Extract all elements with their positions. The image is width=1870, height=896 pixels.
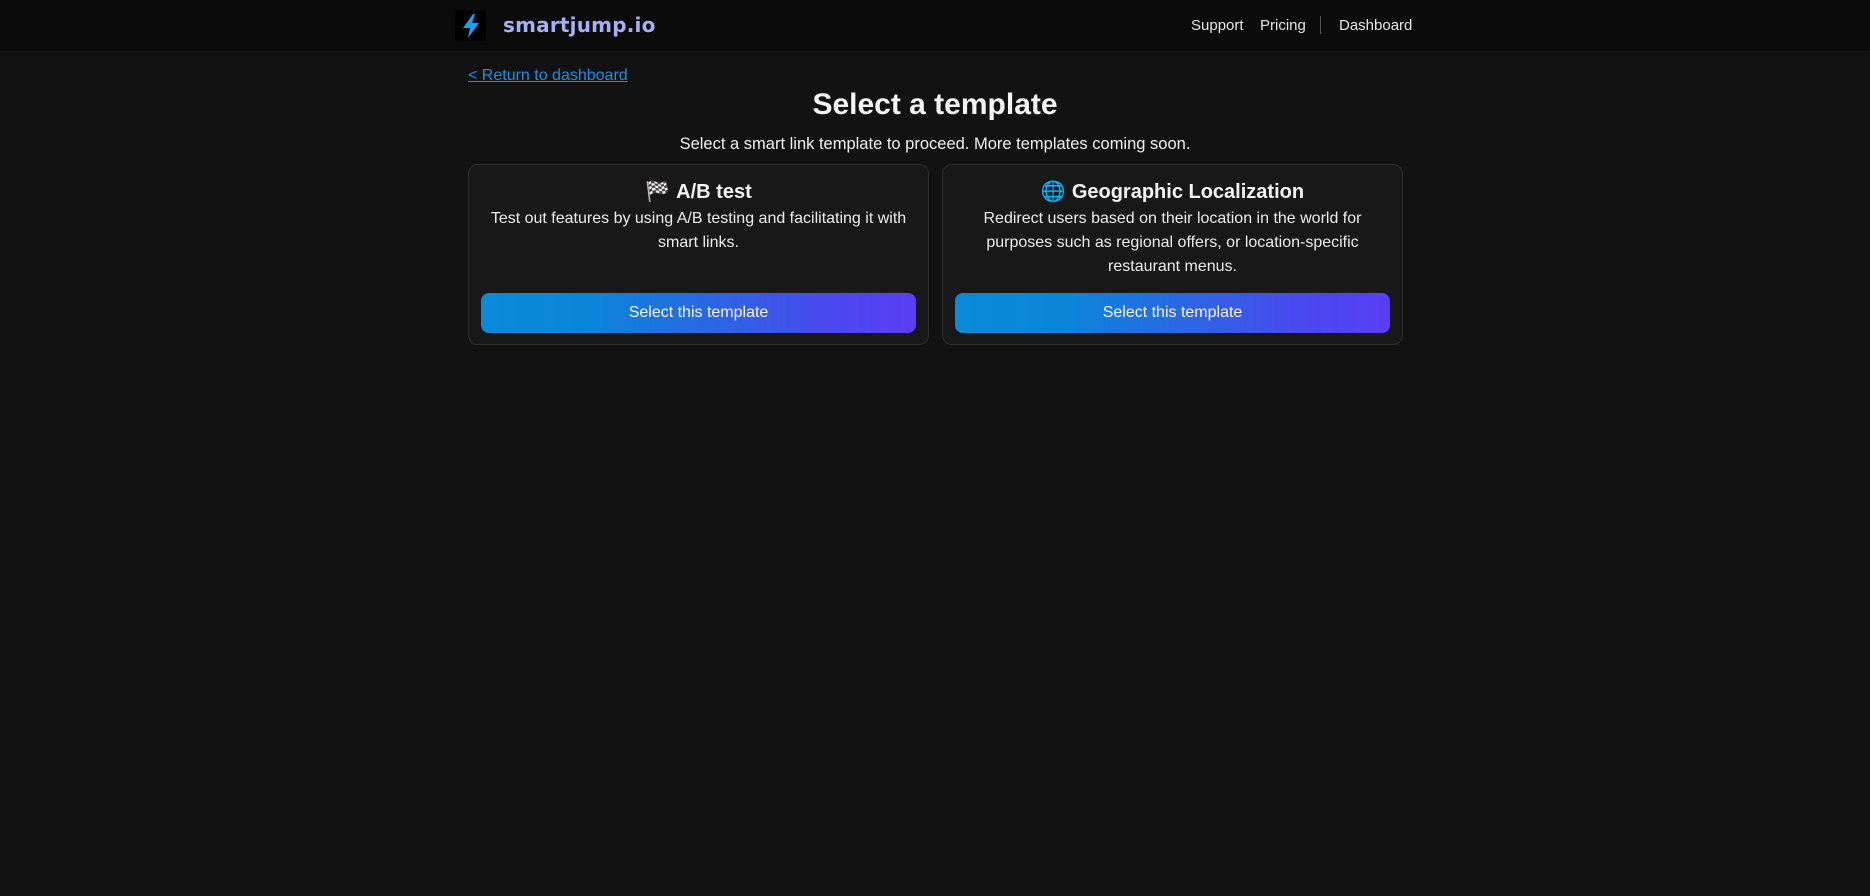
template-card-ab-test: 🏁 A/B test Test out features by using A/B… xyxy=(468,164,929,345)
page-title: Select a template xyxy=(812,88,1058,121)
lightning-bolt-icon xyxy=(462,13,479,38)
select-geographic-localization-template-button[interactable]: Select this template xyxy=(955,293,1390,333)
template-card-geographic-localization: 🌐 Geographic Localization Redirect users … xyxy=(942,164,1403,345)
card-title: 🏁 A/B test xyxy=(469,179,928,204)
globe-icon: 🌐 xyxy=(1040,179,1066,203)
card-title: 🌐 Geographic Localization xyxy=(943,179,1402,204)
nav-divider xyxy=(1320,16,1321,34)
card-title-text: Geographic Localization xyxy=(1071,181,1305,203)
page-subtitle: Select a smart link template to proceed.… xyxy=(679,135,1191,153)
card-description: Test out features by using A/B testing a… xyxy=(490,210,907,251)
brand-name[interactable]: smartjump.io xyxy=(503,13,656,37)
nav-dashboard-link[interactable]: Dashboard xyxy=(1339,17,1412,34)
checkered-flag-icon: 🏁 xyxy=(645,179,671,203)
nav-support-link[interactable]: Support xyxy=(1191,17,1244,34)
nav-pricing-link[interactable]: Pricing xyxy=(1260,17,1306,34)
return-to-dashboard-link[interactable]: < Return to dashboard xyxy=(468,67,628,85)
select-ab-test-template-button[interactable]: Select this template xyxy=(481,293,916,333)
top-navbar: smartjump.io Support Pricing Dashboard xyxy=(0,0,1870,52)
card-description: Redirect users based on their location i… xyxy=(983,210,1362,275)
card-title-text: A/B test xyxy=(676,181,752,203)
logo[interactable] xyxy=(455,10,486,41)
